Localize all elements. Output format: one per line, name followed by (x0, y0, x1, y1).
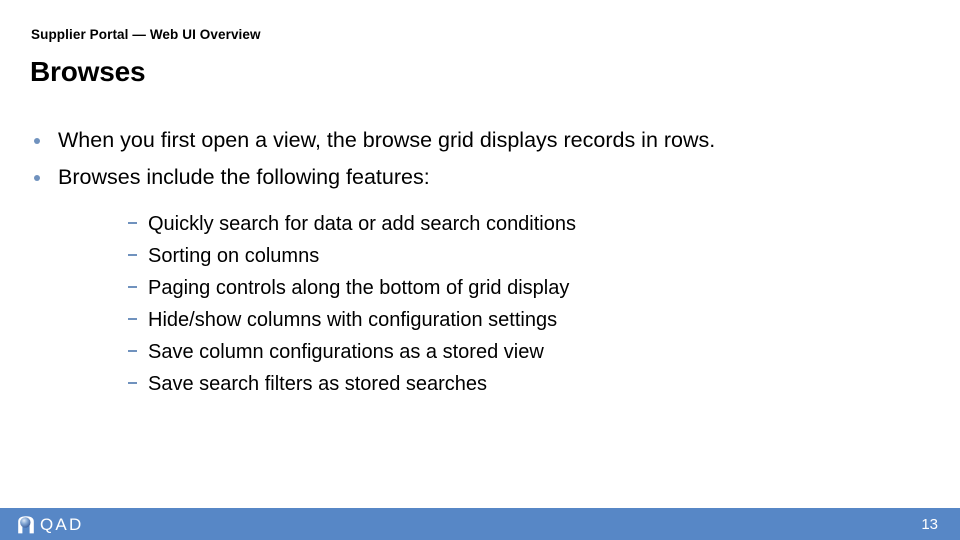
bullet-list: When you first open a view, the browse g… (0, 122, 960, 400)
dash-marker-icon (128, 254, 137, 256)
sub-bullet-text: Paging controls along the bottom of grid… (148, 277, 570, 299)
dash-marker-icon (128, 350, 137, 352)
sub-bullet-text: Quickly search for data or add search co… (148, 213, 576, 235)
dash-marker-icon (128, 382, 137, 384)
qad-logo: QAD (16, 513, 83, 535)
list-item: Hide/show columns with configuration set… (58, 304, 960, 336)
sub-bullet-text: Save search filters as stored searches (148, 373, 488, 395)
list-item: Quickly search for data or add search co… (58, 208, 960, 240)
list-item: When you first open a view, the browse g… (0, 122, 960, 159)
sub-bullet-text: Hide/show columns with configuration set… (148, 309, 558, 331)
slide-body: When you first open a view, the browse g… (0, 122, 960, 400)
bullet-dot-icon (34, 138, 40, 144)
dash-marker-icon (128, 318, 137, 320)
qad-sphere-logo-icon (16, 515, 36, 534)
page-title: Browses (30, 56, 146, 87)
list-item: Paging controls along the bottom of grid… (58, 272, 960, 304)
sub-bullet-text: Save column configurations as a stored v… (148, 341, 544, 363)
list-item: Save column configurations as a stored v… (58, 336, 960, 368)
slide-eyebrow: Supplier Portal — Web UI Overview (31, 27, 261, 42)
list-item: Browses include the following features: … (0, 159, 960, 400)
list-item: Save search filters as stored searches (58, 368, 960, 400)
footer-bar: QAD 13 (0, 508, 960, 540)
sub-bullet-text: Sorting on columns (148, 245, 320, 267)
bullet-text: Browses include the following features: (58, 165, 430, 189)
dash-marker-icon (128, 222, 137, 224)
bullet-text: When you first open a view, the browse g… (58, 128, 716, 152)
sub-bullet-list: Quickly search for data or add search co… (58, 208, 960, 400)
dash-marker-icon (128, 286, 137, 288)
slide: Supplier Portal — Web UI Overview Browse… (0, 0, 960, 540)
list-item: Sorting on columns (58, 240, 960, 272)
bullet-dot-icon (34, 175, 40, 181)
page-number: 13 (921, 516, 938, 533)
qad-logo-text: QAD (40, 514, 84, 534)
